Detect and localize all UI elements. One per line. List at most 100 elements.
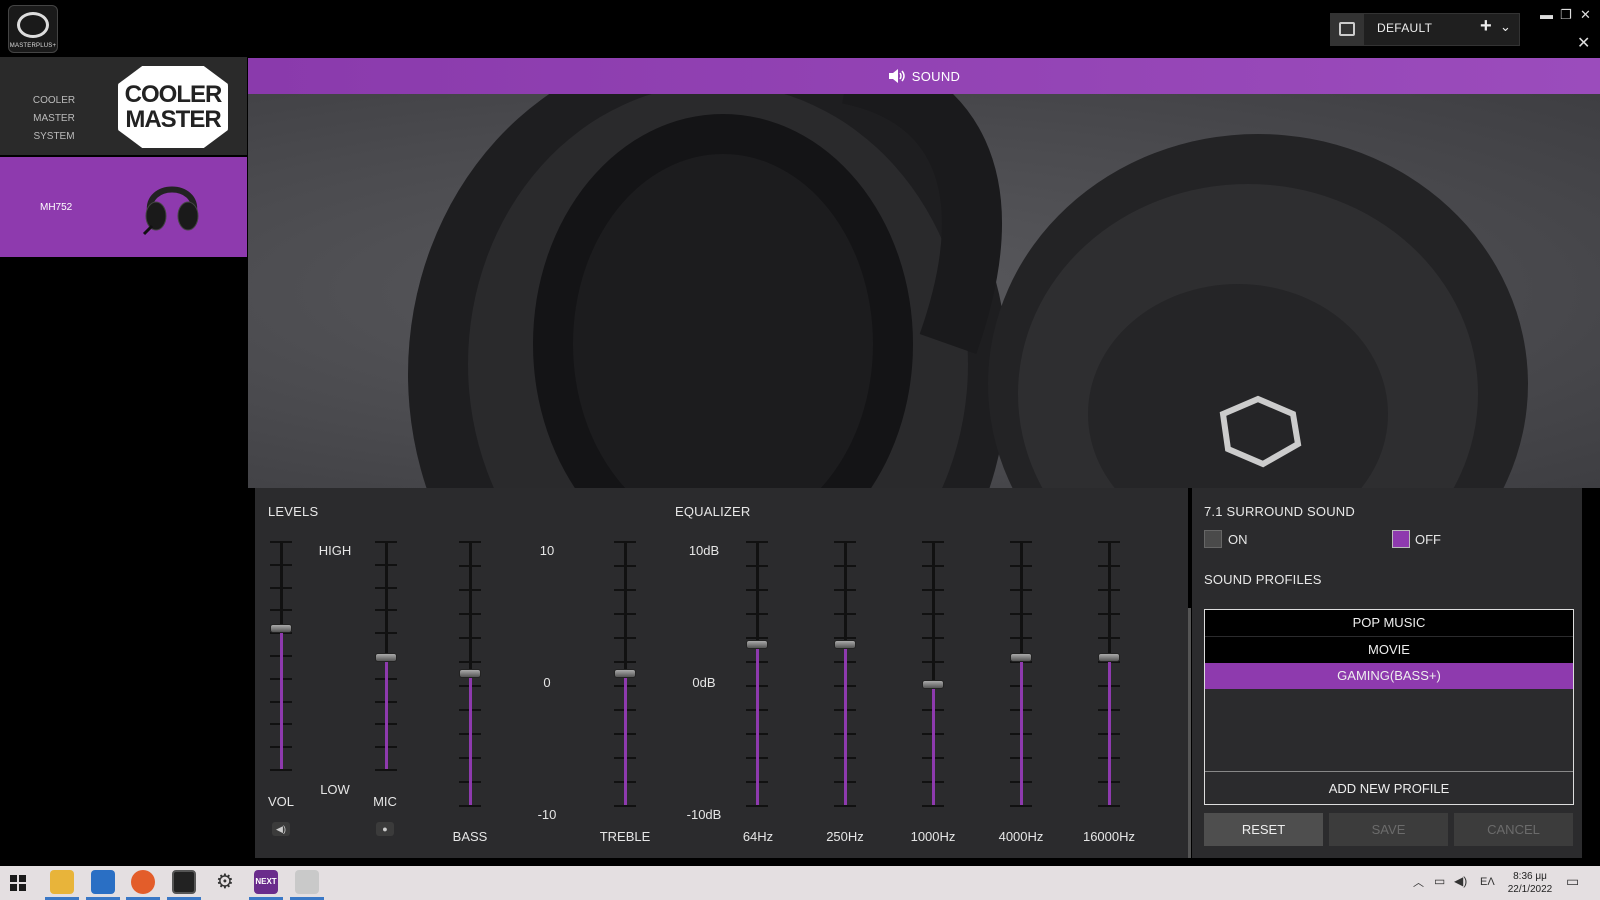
reset-button[interactable]: RESET [1204,813,1323,846]
clock[interactable]: 8:36 μμ 22/1/2022 [1500,870,1560,896]
low-label: LOW [320,782,350,797]
page-title: SOUND [911,68,961,84]
equalizer-title: EQUALIZER [675,504,751,519]
sidebar-item-device[interactable] [0,157,247,257]
add-profile-icon[interactable]: + [1480,15,1492,38]
slider-thumb[interactable] [614,669,636,678]
volume-tray-icon[interactable]: ◀) [1454,874,1467,888]
slider-tick [834,805,856,807]
levels-scale-bottom: -10 [537,807,557,822]
slider-fill [280,628,283,769]
clock-time: 8:36 μμ [1513,871,1547,882]
slider-thumb[interactable] [1098,653,1120,662]
notification-icon[interactable]: ▭ [1566,873,1579,890]
eq-scale-bottom: -10dB [686,807,722,822]
profile-image-icon[interactable] [1330,13,1364,46]
slider-thumb[interactable] [1010,653,1032,662]
next-app-icon[interactable]: NEXT [254,870,278,894]
profile-item-movie[interactable]: MOVIE [1205,637,1573,663]
slider-tick [375,769,397,771]
treble-label: TREBLE [599,829,651,844]
sound-profiles-title: SOUND PROFILES [1204,572,1322,587]
minimize-icon[interactable]: ▬ [1540,7,1553,22]
eq-band-label-64hz: 64Hz [742,829,774,844]
brand-label-line1: COOLER MASTER [32,95,76,124]
eq-scale-mid: 0dB [692,675,716,690]
clock-date: 22/1/2022 [1507,884,1553,895]
brand-label-line2: SYSTEM [33,131,75,142]
surround-on-checkbox[interactable] [1204,530,1222,548]
slider-fill [385,657,388,769]
windows-start-icon[interactable] [10,875,26,891]
volume-icon[interactable]: ◀) [272,822,290,836]
add-new-profile-button[interactable]: ADD NEW PROFILE [1205,771,1573,804]
profile-item-gaming[interactable]: GAMING(BASS+) [1205,663,1573,689]
levels-scale-top: 10 [539,543,555,558]
surround-off-checkbox[interactable] [1392,530,1410,548]
tray-chevron-up-icon[interactable]: ︿ [1413,874,1424,890]
scrollbar[interactable] [1188,608,1191,858]
headset-hero-image [248,94,1600,488]
bass-label: BASS [452,829,488,844]
surround-title: 7.1 SURROUND SOUND [1204,504,1355,519]
slider-fill [932,684,935,805]
masterplus-logo: MASTERPLUS+ [8,5,58,53]
slider-fill [756,644,759,805]
pin-icon[interactable]: ✕ [1577,33,1590,53]
eq-band-label-250hz: 250Hz [826,829,864,844]
eq-band-label-16000hz: 16000Hz [1082,829,1136,844]
save-button[interactable]: SAVE [1329,813,1448,846]
sound-header: SOUND [248,58,1600,94]
slider-tick [270,769,292,771]
slider-tick [1010,805,1032,807]
slider-tick [614,805,636,807]
slider-thumb[interactable] [746,640,768,649]
slider-thumb[interactable] [459,669,481,678]
cancel-button[interactable]: CANCEL [1454,813,1573,846]
slider-tick [459,805,481,807]
profile-item-pop-music[interactable]: POP MUSIC [1205,610,1573,636]
surround-on-label: ON [1228,532,1248,547]
speaker-icon [888,69,905,83]
eq-band-label-4000hz: 4000Hz [998,829,1044,844]
restore-icon[interactable]: ❐ [1560,7,1572,23]
mic-label: MIC [373,794,397,809]
slider-fill [469,673,472,805]
slider-fill [624,673,627,805]
vol-label: VOL [267,794,294,809]
mail-icon[interactable] [91,870,115,894]
cooler-master-logo: COOLER MASTER [118,66,228,148]
settings-gear-icon[interactable]: ⚙ [213,870,237,894]
masterplus-taskbar-icon[interactable] [172,870,196,894]
slider-tick [922,805,944,807]
slider-fill [1020,657,1023,805]
paint-icon[interactable] [295,870,319,894]
slider-fill [1108,657,1111,805]
firefox-icon[interactable] [131,870,155,894]
close-icon[interactable]: ✕ [1580,7,1591,23]
slider-thumb[interactable] [375,653,397,662]
slider-thumb[interactable] [834,640,856,649]
headset-icon [142,186,199,236]
brand-logo-line1: COOLER [124,81,223,108]
app-logo-text: MASTERPLUS+ [9,43,57,49]
levels-scale-mid: 0 [543,675,551,690]
high-label: HIGH [318,543,352,558]
slider-tick [746,805,768,807]
surround-off-label: OFF [1415,532,1441,547]
device-label: MH752 [40,202,73,213]
chevron-down-icon[interactable]: ⌄ [1500,19,1511,35]
file-explorer-icon[interactable] [50,870,74,894]
slider-fill [844,644,847,805]
language-indicator[interactable]: ΕΛ [1480,876,1495,888]
brand-label: COOLER MASTER SYSTEM [12,92,96,146]
levels-title: LEVELS [268,504,319,519]
slider-thumb[interactable] [270,624,292,633]
microphone-icon[interactable]: ● [376,822,394,836]
slider-thumb[interactable] [922,680,944,689]
network-icon[interactable]: ▭ [1434,874,1445,888]
profile-name: DEFAULT [1377,21,1433,35]
taskbar [0,866,1600,900]
slider-tick [1098,805,1120,807]
eq-band-label-1000hz: 1000Hz [910,829,956,844]
